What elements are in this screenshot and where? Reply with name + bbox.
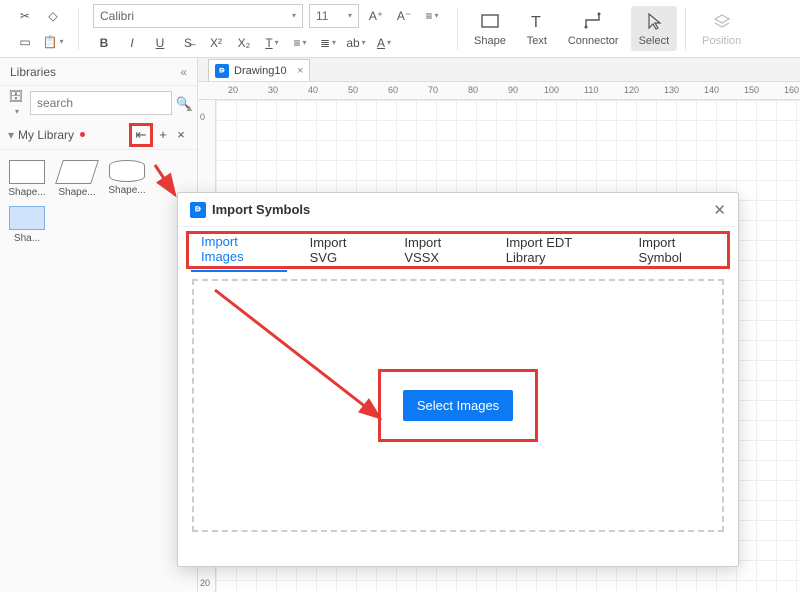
- my-library-label: My Library: [18, 128, 74, 142]
- top-toolbar: ✂ ◇ ▭ 📋▾ Calibri▾ 11▾ A⁺ A⁻ ≡▾ B I U S̶ …: [0, 0, 800, 58]
- tab-import-symbol[interactable]: Import Symbol: [629, 229, 725, 271]
- shape-item-parallelogram[interactable]: Shape...: [56, 160, 98, 198]
- svg-text:T: T: [531, 14, 541, 31]
- shape-label: Sha...: [6, 233, 48, 244]
- close-tab-icon[interactable]: ×: [297, 65, 303, 77]
- libraries-header: Libraries «: [0, 58, 197, 86]
- library-icon[interactable]: 🗄▾: [6, 89, 26, 117]
- new-indicator-dot: [80, 132, 85, 137]
- format-painter-icon[interactable]: ◇: [42, 5, 64, 27]
- shape-item-selected[interactable]: Sha...: [6, 206, 48, 244]
- underline-icon[interactable]: U: [149, 32, 171, 54]
- tab-import-vssx[interactable]: Import VSSX: [394, 229, 483, 271]
- select-images-button[interactable]: Select Images: [403, 390, 513, 421]
- shape-label: Shape...: [56, 187, 98, 198]
- app-icon: ⋼: [215, 64, 229, 78]
- add-library-icon[interactable]: +: [155, 127, 171, 143]
- font-group: Calibri▾ 11▾ A⁺ A⁻ ≡▾ B I U S̶ X² X₂ T▾ …: [87, 0, 449, 58]
- shape-thumb: [9, 206, 45, 230]
- paste-icon[interactable]: 📋▾: [42, 31, 64, 53]
- my-library-row[interactable]: ▾ My Library ⇤ + ×: [0, 120, 197, 150]
- shape-item-rect[interactable]: Shape...: [6, 160, 48, 198]
- align-icon[interactable]: ≡▾: [289, 32, 311, 54]
- libraries-panel: Libraries « 🗄▾ 🔍 ▾ My Library ⇤ + × Shap…: [0, 58, 198, 592]
- close-library-icon[interactable]: ×: [173, 127, 189, 143]
- layers-icon: [711, 10, 733, 32]
- search-input[interactable]: [37, 96, 165, 110]
- position-label: Position: [702, 35, 741, 47]
- text-tool-button[interactable]: T Text: [518, 6, 556, 51]
- parallelogram-thumb: [55, 160, 99, 184]
- library-search[interactable]: [30, 91, 172, 115]
- shape-label: Shape...: [6, 187, 48, 198]
- rect-thumb: [9, 160, 45, 184]
- expand-icon[interactable]: ▾: [8, 128, 14, 142]
- select-tool-button[interactable]: Select: [631, 6, 678, 51]
- library-search-row: 🗄▾ 🔍: [0, 86, 197, 120]
- import-library-icon[interactable]: ⇤: [133, 127, 149, 143]
- increase-font-icon[interactable]: A⁺: [365, 5, 387, 27]
- font-size-select[interactable]: 11▾: [309, 4, 359, 28]
- superscript-icon[interactable]: X²: [205, 32, 227, 54]
- horizontal-ruler: 20 30 40 50 60 70 80 90 100 110 120 130 …: [198, 82, 800, 100]
- text-case-icon[interactable]: ab▾: [345, 32, 367, 54]
- cylinder-thumb: [109, 160, 145, 182]
- list-icon[interactable]: ≣▾: [317, 32, 339, 54]
- connector-tool-button[interactable]: Connector: [560, 6, 627, 51]
- shape-item-cylinder[interactable]: Shape...: [106, 160, 148, 198]
- font-color-icon[interactable]: A▾: [373, 32, 395, 54]
- app-icon: ⋼: [190, 202, 206, 218]
- select-label: Select: [639, 35, 670, 47]
- collapse-panel-icon[interactable]: «: [180, 65, 187, 79]
- connector-icon: [582, 10, 604, 32]
- strikethrough-icon[interactable]: S̶: [177, 32, 199, 54]
- dropzone[interactable]: Select Images: [192, 279, 724, 532]
- tab-import-images[interactable]: Import Images: [191, 228, 287, 272]
- dialog-tabs: Import Images Import SVG Import VSSX Imp…: [186, 231, 730, 269]
- libraries-title: Libraries: [10, 65, 56, 79]
- text-label: Text: [527, 35, 547, 47]
- dialog-header: ⋼ Import Symbols ✕: [178, 193, 738, 227]
- shape-icon: [479, 10, 501, 32]
- document-tab-bar: ⋼ Drawing10 ×: [198, 58, 800, 82]
- connector-label: Connector: [568, 35, 619, 47]
- copy-icon[interactable]: ▭: [14, 31, 36, 53]
- shape-label: Shape: [474, 35, 506, 47]
- shape-label: Shape...: [106, 185, 148, 196]
- tab-title: Drawing10: [234, 65, 287, 77]
- font-select[interactable]: Calibri▾: [93, 4, 303, 28]
- text-icon: T: [526, 10, 548, 32]
- cut-icon[interactable]: ✂: [14, 5, 36, 27]
- italic-icon[interactable]: I: [121, 32, 143, 54]
- tab-import-svg[interactable]: Import SVG: [300, 229, 382, 271]
- text-color-icon[interactable]: T▾: [261, 32, 283, 54]
- annotation-box: Select Images: [378, 369, 538, 442]
- bold-icon[interactable]: B: [93, 32, 115, 54]
- scroll-up-arrow[interactable]: ▲: [185, 100, 194, 114]
- tab-import-edt[interactable]: Import EDT Library: [496, 229, 616, 271]
- clipboard-group: ✂ ◇ ▭ 📋▾: [8, 1, 70, 57]
- position-tool-button[interactable]: Position: [694, 6, 749, 51]
- close-dialog-icon[interactable]: ✕: [713, 201, 726, 219]
- cursor-icon: [643, 10, 665, 32]
- document-tab[interactable]: ⋼ Drawing10 ×: [208, 59, 310, 81]
- shape-tool-button[interactable]: Shape: [466, 6, 514, 51]
- subscript-icon[interactable]: X₂: [233, 32, 255, 54]
- shapes-grid: Shape... Shape... Shape... Sha...: [0, 150, 197, 254]
- line-spacing-icon[interactable]: ≡▾: [421, 5, 443, 27]
- import-symbols-dialog: ⋼ Import Symbols ✕ Import Images Import …: [177, 192, 739, 567]
- decrease-font-icon[interactable]: A⁻: [393, 5, 415, 27]
- dialog-title: Import Symbols: [212, 202, 310, 217]
